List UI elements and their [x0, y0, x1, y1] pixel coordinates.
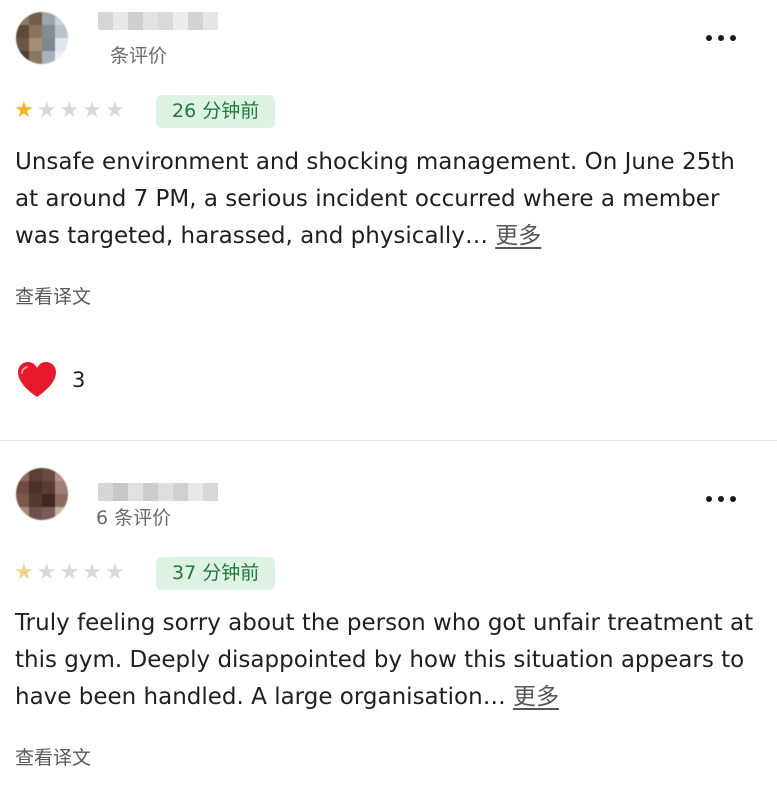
more-horizontal-icon: [706, 35, 712, 41]
more-options-button[interactable]: [706, 33, 736, 43]
star-icon: ★: [36, 98, 57, 123]
review-text: Unsafe environment and shocking manageme…: [15, 144, 755, 255]
review-card: 6 条评价 ★ ★ ★ ★ ★ 37 分钟前 Truly feeling sor…: [0, 441, 777, 791]
translate-link[interactable]: 查看译文: [15, 282, 91, 309]
heart-icon: [18, 362, 56, 397]
like-button[interactable]: 3: [16, 360, 85, 400]
more-options-button[interactable]: [706, 494, 736, 504]
star-rating: ★ ★ ★ ★ ★: [14, 561, 125, 585]
review-body: Truly feeling sorry about the person who…: [15, 610, 754, 710]
star-icon: ★: [82, 560, 102, 585]
star-rating: ★ ★ ★ ★ ★: [14, 99, 125, 123]
like-count: 3: [72, 368, 86, 392]
review-count: 条评价: [110, 45, 168, 67]
reviewer-name-redacted[interactable]: [98, 483, 218, 501]
avatar[interactable]: [16, 468, 68, 520]
dot: [718, 496, 724, 502]
star-icon: ★: [59, 560, 80, 585]
star-icon: ★: [59, 98, 80, 123]
dot: [718, 35, 724, 41]
read-more-link[interactable]: 更多: [513, 684, 559, 710]
star-icon: ★: [14, 560, 34, 585]
review-count: 6 条评价: [96, 507, 172, 529]
star-icon: ★: [14, 98, 34, 123]
star-icon: ★: [104, 98, 125, 123]
time-badge: 37 分钟前: [156, 557, 276, 590]
avatar[interactable]: [16, 12, 68, 64]
dot: [730, 496, 736, 502]
more-horizontal-icon: [706, 496, 712, 502]
reviewer-name-redacted[interactable]: [98, 12, 218, 30]
star-icon: ★: [36, 560, 57, 585]
read-more-link[interactable]: 更多: [495, 223, 541, 249]
time-badge: 26 分钟前: [156, 95, 276, 128]
star-icon: ★: [82, 98, 102, 123]
dot: [730, 35, 736, 41]
translate-link[interactable]: 查看译文: [15, 743, 91, 770]
review-body: Unsafe environment and shocking manageme…: [15, 149, 735, 249]
star-icon: ★: [104, 560, 125, 585]
review-text: Truly feeling sorry about the person who…: [15, 605, 755, 716]
review-card: 条评价 ★ ★ ★ ★ ★ 26 分钟前 Unsafe environment …: [0, 0, 777, 440]
